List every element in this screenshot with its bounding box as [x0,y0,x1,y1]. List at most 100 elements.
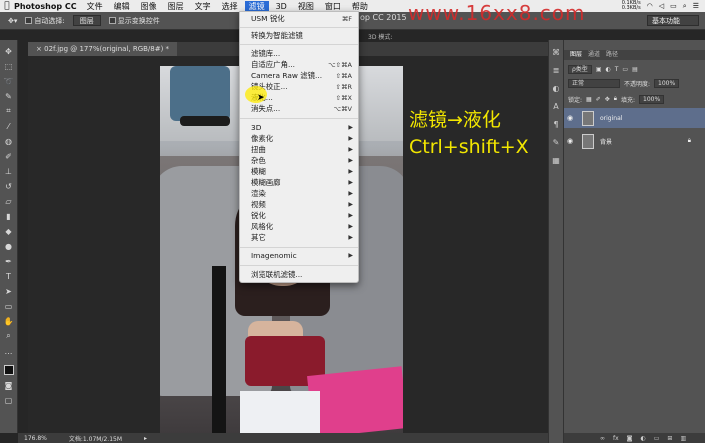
menu-view[interactable]: 视图 [298,1,314,12]
menu-item-other[interactable]: 其它 ▶ [240,233,358,243]
menu-type[interactable]: 文字 [195,1,211,12]
menu-item-sharpen[interactable]: 锐化 ▶ [240,211,358,221]
zoom-level[interactable]: 176.8% [24,435,47,442]
screen-mode-icon[interactable]: ▢ [3,395,15,405]
lock-position-icon[interactable]: ✥ [605,96,610,103]
add-mask-icon[interactable]: ◙ [627,435,633,442]
apple-icon[interactable]:  [0,1,14,11]
wifi-icon[interactable]: ◠ [647,2,653,10]
layer-row-background[interactable]: ◉ 背景 🔒︎ [564,131,705,151]
volume-icon[interactable]: ◁ [659,2,664,10]
battery-icon[interactable]: ▭ [670,2,677,10]
menu-item-render[interactable]: 渲染 ▶ [240,189,358,199]
history-brush-icon[interactable]: ↺ [3,181,15,191]
properties-panel-icon[interactable]: ≣ [553,66,560,75]
menu-item-browse-online-filters[interactable]: 浏览联机滤镜... [240,270,358,280]
healing-tool-icon[interactable]: ◍ [3,136,15,146]
dodge-tool-icon[interactable]: ● [3,241,15,251]
quick-select-tool-icon[interactable]: ✎ [3,91,15,101]
menu-window[interactable]: 窗口 [325,1,341,12]
auto-select-checkbox[interactable] [25,17,33,24]
lock-pixels-icon[interactable]: ▦ [586,96,592,103]
filter-pixel-icon[interactable]: ▣ [596,66,602,73]
blend-mode-dropdown[interactable]: 正常 [568,78,620,88]
tab-channels[interactable]: 通道 [588,50,600,60]
filter-adjust-icon[interactable]: ◐ [605,66,610,73]
hand-tool-icon[interactable]: ✋ [3,316,15,326]
search-icon[interactable]: ⌕ [683,2,687,11]
show-transform-checkbox[interactable] [108,17,116,24]
menu-item-camera-raw[interactable]: Camera Raw 滤镜... ⇧⌘A [240,71,358,81]
menu-item-pixelate[interactable]: 像素化 ▶ [240,134,358,144]
menu-image[interactable]: 图像 [141,1,157,12]
menu-item-convert-smart-filter[interactable]: 转换为智能滤镜 [240,31,358,41]
move-tool-icon[interactable]: ✥▾ [8,17,17,25]
lasso-tool-icon[interactable]: ➰ [3,76,15,86]
layer-row-original[interactable]: ◉ original [564,108,705,128]
visibility-eye-icon[interactable]: ◉ [564,137,576,145]
brush-tool-icon[interactable]: ✐ [3,151,15,161]
menu-item-video[interactable]: 视频 ▶ [240,200,358,210]
menu-item-blur-gallery[interactable]: 模糊画廊 ▶ [240,178,358,188]
type-tool-icon[interactable]: T [3,271,15,281]
adjustments-panel-icon[interactable]: ◐ [553,84,560,93]
menu-item-usm-sharpen[interactable]: USM 锐化 ⌘F [240,14,358,24]
paragraph-panel-icon[interactable]: ¶ [553,120,558,129]
marquee-tool-icon[interactable]: ⬚ [3,61,15,71]
path-select-icon[interactable]: ➤ [3,286,15,296]
menu-select[interactable]: 选择 [222,1,238,12]
zoom-tool-icon[interactable]: ⌕ [3,331,15,341]
menu-item-blur[interactable]: 模糊 ▶ [240,167,358,177]
menu-filter[interactable]: 滤镜 [244,0,269,12]
crop-tool-icon[interactable]: ⌗ [3,106,15,116]
menu-item-3d[interactable]: 3D ▶ [240,123,358,133]
gradient-tool-icon[interactable]: ▮ [3,211,15,221]
adjustment-layer-icon[interactable]: ◐ [641,435,646,442]
menu-item-vanishing-point[interactable]: 消失点... ⌥⌘V [240,104,358,114]
menu-item-imagenomic[interactable]: Imagenomic ▶ [240,251,358,261]
menu-item-adaptive-wide-angle[interactable]: 自适应广角... ⌥⇧⌘A [240,60,358,70]
menu-file[interactable]: 文件 [87,1,103,12]
layer-kind-dropdown[interactable]: ρ类型 [568,64,592,74]
foreground-color-swatch[interactable] [3,365,14,375]
eyedropper-tool-icon[interactable]: ⁄ [3,121,15,131]
tab-paths[interactable]: 路径 [606,50,618,60]
menu-item-filter-gallery[interactable]: 滤镜库... [240,49,358,59]
filter-shape-icon[interactable]: ▭ [622,66,628,73]
document-tab[interactable]: × 02f.jpg @ 177%(original, RGB/8#) * [28,42,178,56]
menu-item-noise[interactable]: 杂色 ▶ [240,156,358,166]
pen-tool-icon[interactable]: ✒ [3,256,15,266]
menu-layer[interactable]: 图层 [168,1,184,12]
visibility-eye-icon[interactable]: ◉ [564,114,576,122]
layer-style-icon[interactable]: fx [613,435,619,442]
auto-select-dropdown[interactable]: 图层 [72,15,101,26]
menu-item-stylize[interactable]: 风格化 ▶ [240,222,358,232]
history-panel-icon[interactable]: ⌘ [552,48,560,57]
app-name-menu[interactable]: Photoshop CC [14,2,77,11]
lock-paint-icon[interactable]: ✐ [596,96,601,103]
menu-help[interactable]: 帮助 [352,1,368,12]
character-panel-icon[interactable]: A [553,102,558,111]
tab-layers[interactable]: 图层 [570,50,582,60]
brush-panel-icon[interactable]: ✎ [553,138,560,147]
opacity-input[interactable]: 100% [654,78,680,88]
fill-input[interactable]: 100% [639,94,665,104]
move-tool-icon[interactable]: ✥ [3,46,15,56]
link-layers-icon[interactable]: ∞ [600,435,605,442]
trash-icon[interactable]: ▥ [680,435,686,442]
quick-mask-icon[interactable]: ◙ [3,380,15,390]
lock-all-icon[interactable]: 🔒︎ [614,95,617,103]
swatches-panel-icon[interactable]: ▦ [552,156,560,165]
shape-tool-icon[interactable]: ▭ [3,301,15,311]
eraser-tool-icon[interactable]: ▱ [3,196,15,206]
blur-tool-icon[interactable]: ◆ [3,226,15,236]
menu-item-distort[interactable]: 扭曲 ▶ [240,145,358,155]
stamp-tool-icon[interactable]: ⊥ [3,166,15,176]
group-icon[interactable]: ▭ [654,435,660,442]
more-tools-icon[interactable]: … [3,346,15,356]
new-layer-icon[interactable]: ⊞ [667,435,672,442]
menu-3d[interactable]: 3D [276,2,287,11]
filter-smart-icon[interactable]: ▤ [632,66,638,73]
list-icon[interactable]: ☰ [693,2,699,10]
filter-type-icon[interactable]: T [615,66,619,73]
